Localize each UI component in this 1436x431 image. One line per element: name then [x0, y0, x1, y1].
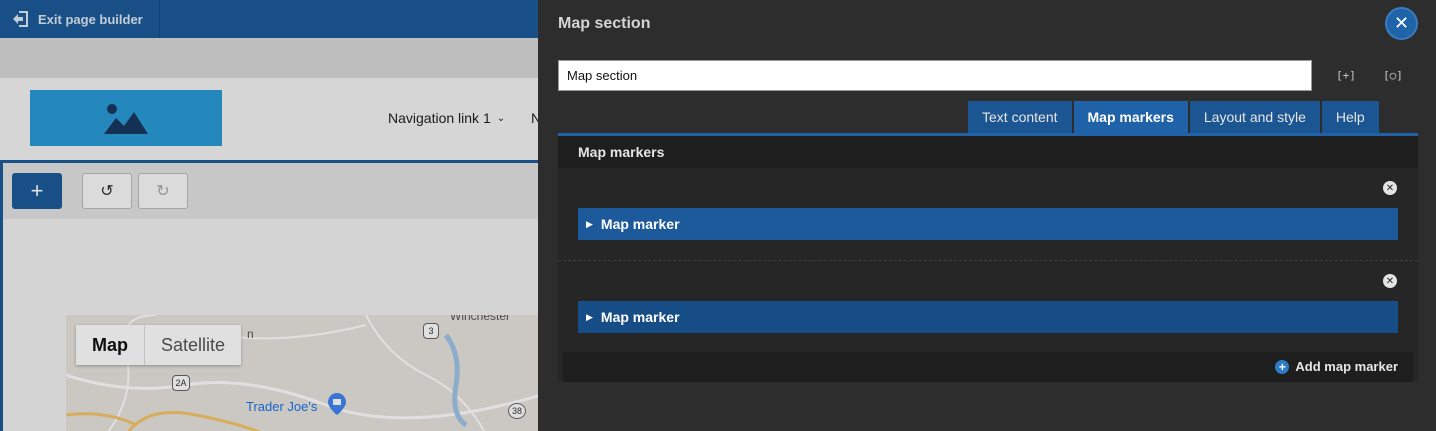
nav-link-1[interactable]: Navigation link 1 ⌄	[388, 110, 505, 126]
panel-title: Map section	[558, 15, 651, 32]
add-map-marker-label: Add map marker	[1295, 359, 1398, 374]
tab-layout-and-style[interactable]: Layout and style	[1189, 101, 1320, 133]
remove-marker-icon[interactable]: ✕	[1383, 274, 1397, 288]
close-panel-button[interactable]: ✕	[1385, 7, 1418, 40]
map-markers-section: Map markers ✕ ▶ Map marker ✕ ▶ Map marke…	[558, 136, 1418, 382]
add-section-button[interactable]: +	[12, 173, 62, 209]
map-preview[interactable]: Map Satellite Winchester n 3 2A 38 Trade…	[66, 315, 538, 431]
caret-right-icon: ▶	[586, 218, 593, 229]
map-place-label-partial: n	[247, 327, 254, 341]
close-icon: ✕	[1393, 13, 1410, 33]
nav-link-2[interactable]: N	[531, 110, 538, 126]
route-shield: 3	[423, 323, 439, 339]
exit-page-builder-label: Exit page builder	[38, 11, 143, 27]
exit-page-builder-button[interactable]: Exit page builder	[0, 0, 160, 38]
page-builder-canvas: Exit page builder Navigation link 1 ⌄ N …	[0, 0, 538, 431]
nav-link-1-label: Navigation link 1	[388, 110, 491, 126]
section-settings-panel: Map section ✕ [+] [○] Text content Map m…	[538, 0, 1436, 431]
map-marker-item: ✕ ▶ Map marker	[558, 168, 1418, 260]
map-marker-label: Map marker	[600, 309, 680, 325]
map-type-map-button[interactable]: Map	[76, 325, 145, 365]
map-poi-label[interactable]: Trader Joe's	[246, 399, 317, 414]
map-marker-toggle[interactable]: ▶ Map marker	[578, 208, 1398, 240]
builder-top-bar: Exit page builder	[0, 0, 538, 38]
builder-toolbar: + ↺ ↻	[3, 163, 538, 219]
map-marker-label: Map marker	[600, 216, 680, 232]
map-marker-item: ✕ ▶ Map marker	[558, 260, 1418, 352]
remove-marker-icon[interactable]: ✕	[1383, 181, 1397, 195]
site-header: Navigation link 1 ⌄ N	[0, 78, 538, 160]
map-type-satellite-button[interactable]: Satellite	[145, 325, 241, 365]
map-place-label: Winchester	[450, 315, 511, 323]
map-type-control: Map Satellite	[76, 325, 242, 365]
panel-tabs: Text content Map markers Layout and styl…	[968, 101, 1379, 133]
expand-all-button[interactable]: [+]	[1334, 64, 1358, 86]
builder-area: + ↺ ↻ Map Satellite Winchester n 3 2A 38	[0, 160, 538, 431]
section-heading: Map markers	[558, 136, 1418, 168]
route-shield: 38	[508, 403, 526, 419]
image-placeholder-icon	[104, 104, 148, 134]
redo-button[interactable]: ↻	[138, 173, 188, 209]
tab-text-content[interactable]: Text content	[968, 101, 1072, 133]
chevron-down-icon: ⌄	[496, 112, 506, 124]
undo-button[interactable]: ↺	[82, 173, 132, 209]
tab-map-markers[interactable]: Map markers	[1073, 101, 1188, 133]
collapse-all-button[interactable]: [○]	[1381, 64, 1405, 86]
add-circle-icon: +	[1275, 359, 1290, 374]
add-map-marker-button[interactable]: + Add map marker	[1275, 359, 1398, 374]
exit-icon	[13, 11, 28, 27]
shopping-pin-icon[interactable]	[328, 393, 346, 415]
section-name-input[interactable]	[558, 60, 1312, 91]
route-shield: 2A	[172, 375, 190, 391]
caret-right-icon: ▶	[586, 311, 593, 322]
tab-help[interactable]: Help	[1321, 101, 1379, 133]
map-marker-toggle[interactable]: ▶ Map marker	[578, 301, 1398, 333]
site-logo[interactable]	[30, 90, 222, 146]
section-footer: + Add map marker	[563, 352, 1413, 382]
builder-gray-strip	[0, 38, 538, 78]
